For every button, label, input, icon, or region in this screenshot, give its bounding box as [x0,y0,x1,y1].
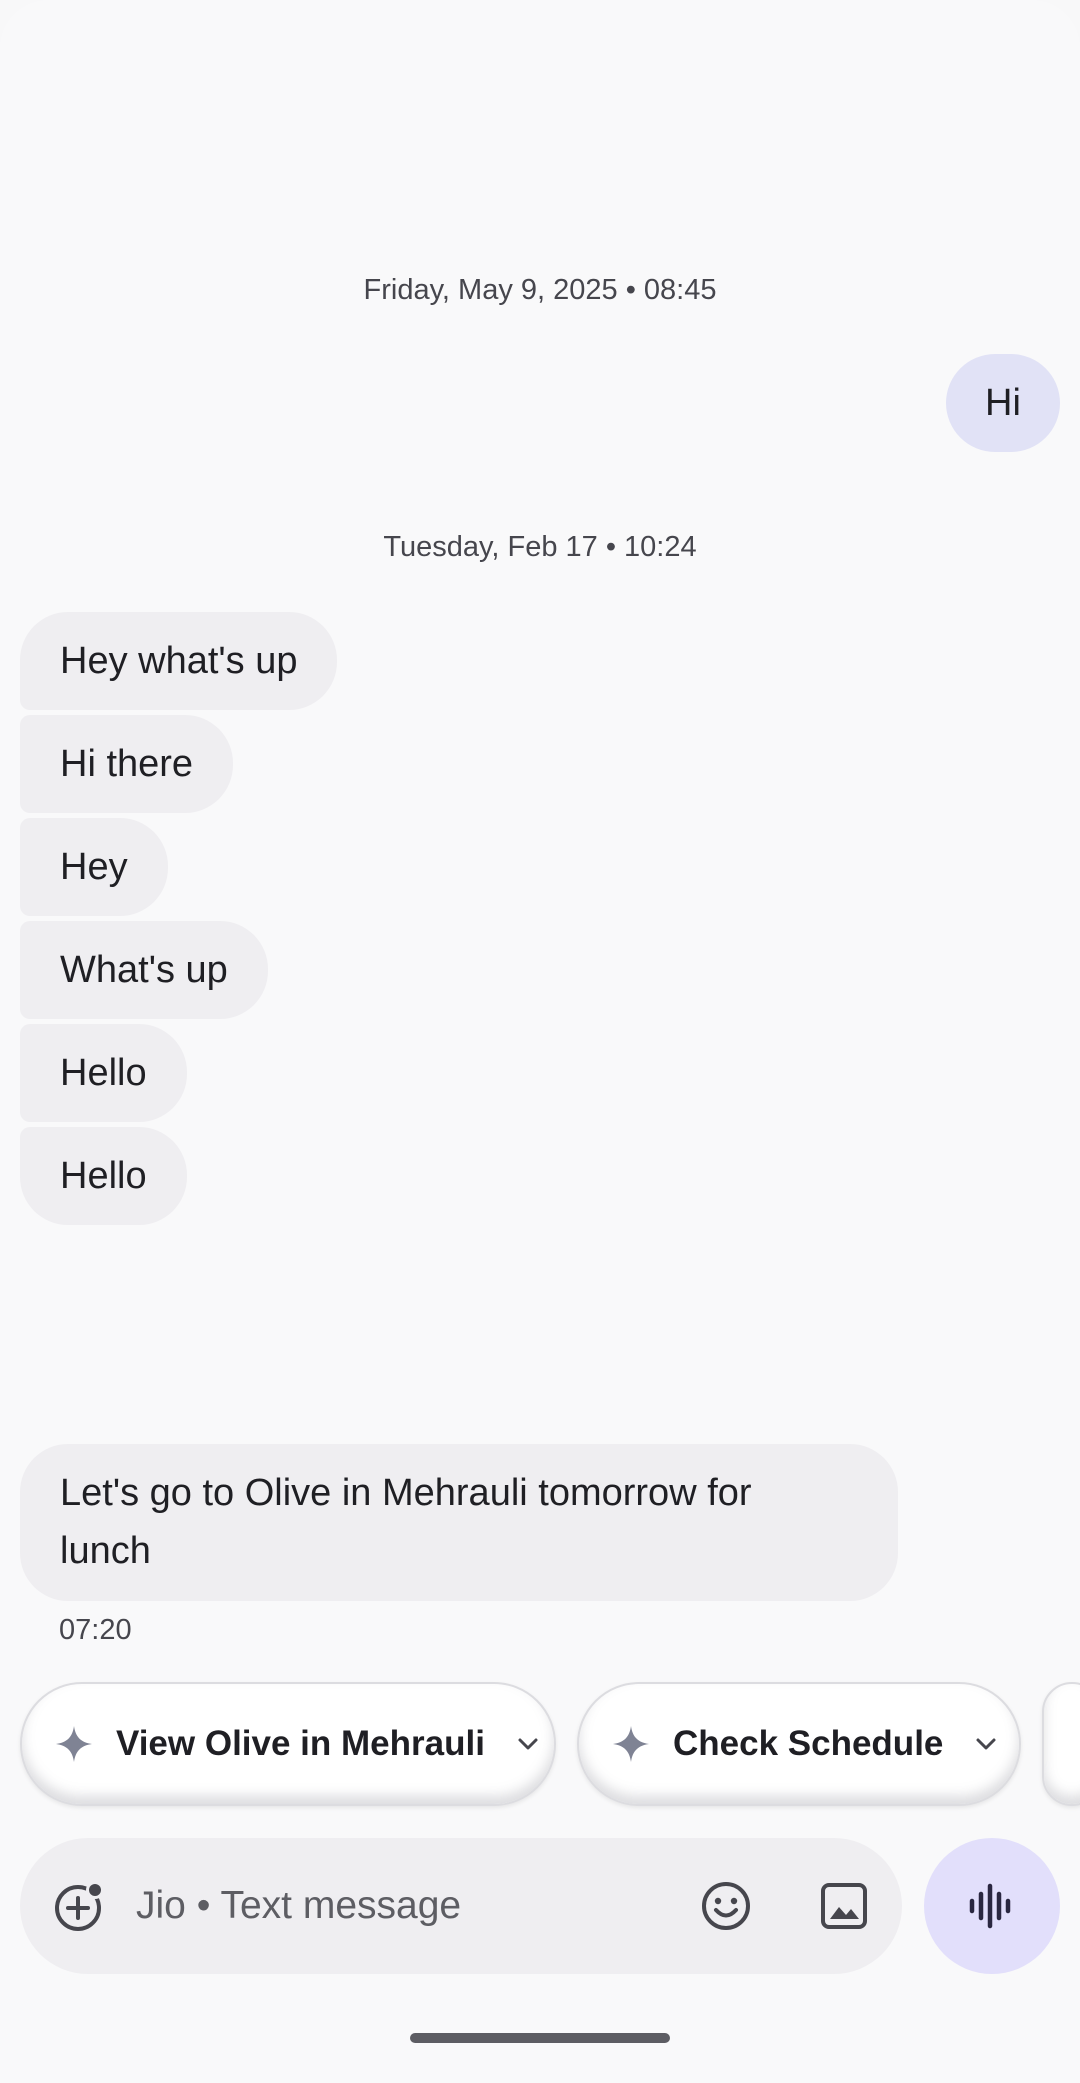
chevron-down-icon [518,1738,538,1750]
voice-waveform-icon [969,1883,1011,1929]
gesture-navigation-bar[interactable] [410,2033,670,2043]
conversation-screen: Friday, May 9, 2025 • 08:45 Hi Tuesday, … [0,0,1080,2083]
voice-message-button[interactable] [924,1838,1060,1974]
incoming-message-bubble[interactable]: Hello [20,1024,187,1122]
outgoing-message-bubble[interactable]: Hi [946,354,1060,452]
sparkle-icon [613,1726,649,1762]
incoming-message-bubble[interactable]: Hey what's up [20,612,338,710]
suggestion-chip-label: View Olive in Mehrauli [116,1724,485,1763]
incoming-message-bubble[interactable]: Let's go to Olive in Mehrauli tomorrow f… [20,1444,898,1601]
compose-bar: Jio • Text message [20,1838,902,1974]
emoji-button[interactable] [696,1876,756,1936]
suggestion-chip-overflow[interactable] [1042,1682,1080,1806]
message-time: 07:20 [59,1614,132,1646]
emoji-icon [702,1882,750,1930]
incoming-message-bubble[interactable]: Hello [20,1127,187,1225]
suggestion-chip-view-place[interactable]: View Olive in Mehrauli [20,1682,556,1806]
incoming-message-bubble[interactable]: What's up [20,921,268,1019]
gallery-button[interactable] [814,1876,874,1936]
message-input[interactable]: Jio • Text message [136,1838,461,1974]
add-attachment-icon [55,1881,104,1931]
gallery-icon [821,1883,867,1929]
incoming-message-bubble[interactable]: Hey [20,818,168,916]
suggestion-chip-check-schedule[interactable]: Check Schedule [577,1682,1021,1806]
date-divider: Tuesday, Feb 17 • 10:24 [383,531,697,563]
incoming-message-bubble[interactable]: Hi there [20,715,234,813]
suggestion-chip-label: Check Schedule [673,1724,944,1763]
message-text-line: lunch [60,1530,151,1572]
chevron-down-icon [976,1738,996,1750]
message-text-line: Let's go to Olive in Mehrauli tomorrow f… [60,1472,752,1514]
sparkle-icon [56,1726,92,1762]
add-attachment-button[interactable] [50,1876,110,1936]
date-divider: Friday, May 9, 2025 • 08:45 [363,274,717,306]
